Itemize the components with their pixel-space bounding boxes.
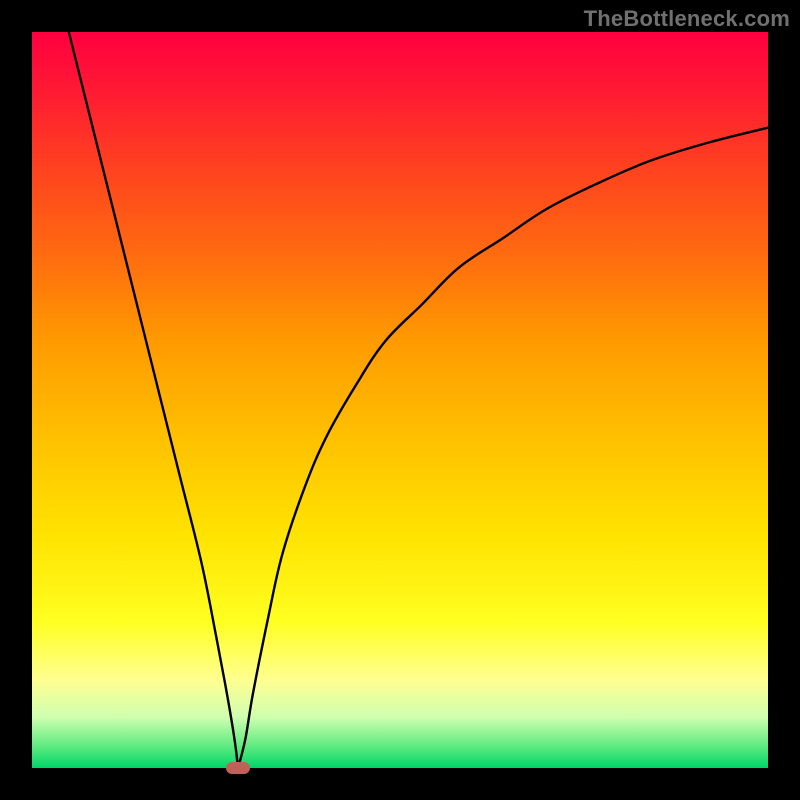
minimum-marker	[226, 762, 250, 774]
chart-frame: TheBottleneck.com	[0, 0, 800, 800]
plot-area	[32, 32, 768, 768]
watermark-text: TheBottleneck.com	[584, 6, 790, 32]
bottleneck-curve	[32, 32, 768, 768]
